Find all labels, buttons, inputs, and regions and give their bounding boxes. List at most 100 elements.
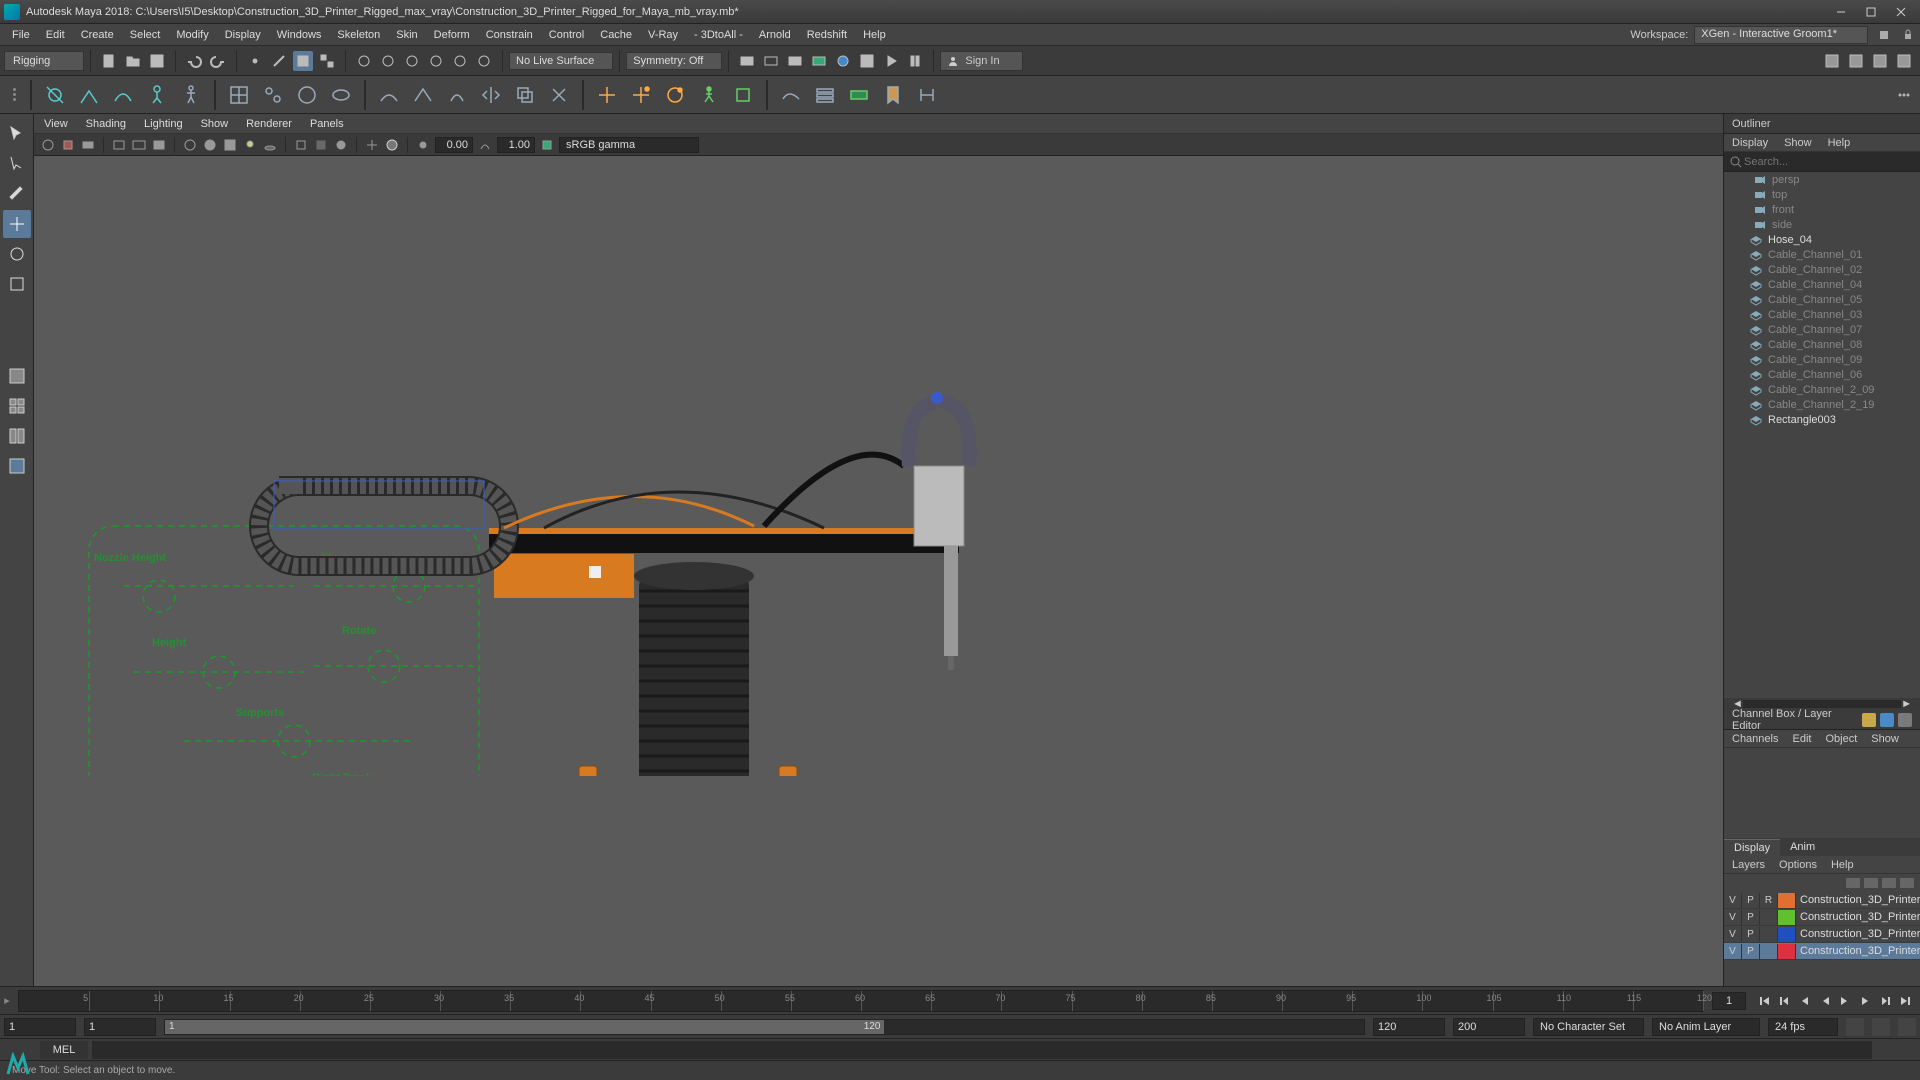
image-plane-icon[interactable] <box>80 137 96 153</box>
maximize-button[interactable] <box>1856 2 1886 22</box>
menu-windows[interactable]: Windows <box>269 27 330 43</box>
constraint-aim-icon[interactable] <box>627 81 655 109</box>
ik-handle-icon[interactable] <box>75 81 103 109</box>
snap-toggle-icon[interactable] <box>474 51 494 71</box>
layer-v-toggle[interactable]: V <box>1724 893 1742 908</box>
outliner-search-input[interactable] <box>1744 156 1916 168</box>
outliner-item[interactable]: Cable_Channel_03 <box>1724 307 1920 322</box>
gamma-value[interactable]: 1.00 <box>497 137 535 153</box>
outliner-item[interactable]: Cable_Channel_07 <box>1724 322 1920 337</box>
current-frame[interactable]: 1 <box>1712 992 1746 1010</box>
grid-icon[interactable] <box>364 137 380 153</box>
minimize-button[interactable] <box>1826 2 1856 22</box>
step-back-icon[interactable] <box>1796 992 1814 1010</box>
lock-icon[interactable] <box>1900 27 1916 43</box>
outliner-list[interactable]: persptopfrontsideHose_04Cable_Channel_01… <box>1724 172 1920 698</box>
chbox-channel-icon[interactable] <box>1862 713 1876 727</box>
gate-mask-icon[interactable] <box>151 137 167 153</box>
chbox-show[interactable]: Show <box>1871 733 1899 745</box>
ipr-icon[interactable] <box>785 51 805 71</box>
constraint-orient-icon[interactable] <box>661 81 689 109</box>
snap-point-icon[interactable] <box>402 51 422 71</box>
layer-r-toggle[interactable] <box>1760 944 1778 959</box>
select-tool[interactable] <box>3 120 31 148</box>
sidebar-toggle-icon[interactable] <box>1876 27 1892 43</box>
menu-vray[interactable]: V-Ray <box>640 27 686 43</box>
outliner-item[interactable]: side <box>1724 217 1920 232</box>
menu-modify[interactable]: Modify <box>168 27 216 43</box>
layout-two-icon[interactable] <box>3 422 31 450</box>
paint-select-tool[interactable] <box>3 180 31 208</box>
paint-weights-icon[interactable] <box>443 81 471 109</box>
script-editor-icon[interactable] <box>1900 1041 1918 1059</box>
blend-shape-icon[interactable] <box>327 81 355 109</box>
fps-selector[interactable]: 24 fps <box>1768 1018 1838 1036</box>
shading-tex-icon[interactable] <box>222 137 238 153</box>
trax-icon[interactable] <box>845 81 873 109</box>
menu-create[interactable]: Create <box>73 27 122 43</box>
menu-3dtoall[interactable]: - 3DtoAll - <box>686 27 751 43</box>
mode-selector[interactable]: Rigging <box>4 51 84 71</box>
outliner-item[interactable]: Cable_Channel_2_09 <box>1724 382 1920 397</box>
hypershade-icon[interactable] <box>833 51 853 71</box>
bookmark-icon[interactable] <box>879 81 907 109</box>
render-region-icon[interactable] <box>761 51 781 71</box>
menu-edit[interactable]: Edit <box>38 27 73 43</box>
bookmark-cam-icon[interactable] <box>60 137 76 153</box>
select-mode-object-icon[interactable] <box>317 51 337 71</box>
hik-char-icon[interactable] <box>695 81 723 109</box>
chbox-edit[interactable]: Edit <box>1792 733 1811 745</box>
layer-p-toggle[interactable]: P <box>1742 910 1760 925</box>
pref-icon[interactable] <box>1898 1018 1916 1036</box>
goto-start-icon[interactable] <box>1756 992 1774 1010</box>
smooth-bind-icon[interactable] <box>375 81 403 109</box>
menu-redshift[interactable]: Redshift <box>799 27 855 43</box>
layer-newsel-icon[interactable] <box>1900 878 1914 888</box>
outliner-item[interactable]: Cable_Channel_02 <box>1724 262 1920 277</box>
rigid-bind-icon[interactable] <box>409 81 437 109</box>
outliner-item[interactable]: Rectangle003 <box>1724 412 1920 427</box>
render-pause-icon[interactable] <box>905 51 925 71</box>
goto-end-icon[interactable] <box>1896 992 1914 1010</box>
shading-wire-icon[interactable] <box>182 137 198 153</box>
signin-button[interactable]: Sign In <box>940 51 1022 71</box>
timeline-ruler[interactable]: 5101520253035404550556065707580859095100… <box>18 990 1704 1012</box>
cmd-exec-icon[interactable] <box>1878 1041 1896 1059</box>
outliner-item[interactable]: top <box>1724 187 1920 202</box>
menu-select[interactable]: Select <box>122 27 169 43</box>
menu-cache[interactable]: Cache <box>592 27 640 43</box>
expose-icon[interactable] <box>415 137 431 153</box>
viewport[interactable]: Nozzle Height Jib Height Rotate Supports… <box>34 156 1723 1006</box>
outliner-item[interactable]: Cable_Channel_2_19 <box>1724 397 1920 412</box>
autokey-icon[interactable] <box>1846 1018 1864 1036</box>
mirror-weights-icon[interactable] <box>477 81 505 109</box>
snap-grid-icon[interactable] <box>354 51 374 71</box>
color-mgmt-selector[interactable]: sRGB gamma <box>559 137 699 153</box>
layer-color-swatch[interactable] <box>1778 944 1796 959</box>
outliner-item[interactable]: Hose_04 <box>1724 232 1920 247</box>
wire-deformer-icon[interactable] <box>293 81 321 109</box>
move-tool[interactable] <box>3 210 31 238</box>
new-scene-icon[interactable] <box>99 51 119 71</box>
isolate-icon[interactable] <box>293 137 309 153</box>
redo-icon[interactable] <box>208 51 228 71</box>
outliner-help[interactable]: Help <box>1828 137 1851 149</box>
live-surface-selector[interactable]: No Live Surface <box>509 52 613 70</box>
layer-options[interactable]: Options <box>1779 859 1817 871</box>
xray-icon[interactable] <box>313 137 329 153</box>
layout-four-icon[interactable] <box>3 392 31 420</box>
shadows-icon[interactable] <box>262 137 278 153</box>
range-start[interactable] <box>4 1018 76 1036</box>
layout-single-icon[interactable] <box>3 362 31 390</box>
select-mode-edge-icon[interactable] <box>269 51 289 71</box>
layer-layers[interactable]: Layers <box>1732 859 1765 871</box>
layer-v-toggle[interactable]: V <box>1724 944 1742 959</box>
hik-ctrl-icon[interactable] <box>729 81 757 109</box>
outliner-item[interactable]: Cable_Channel_01 <box>1724 247 1920 262</box>
outliner-item[interactable]: Cable_Channel_09 <box>1724 352 1920 367</box>
undo-icon[interactable] <box>184 51 204 71</box>
cmd-input[interactable] <box>92 1041 1872 1059</box>
layout-outliner-icon[interactable] <box>3 452 31 480</box>
layer-p-toggle[interactable]: P <box>1742 927 1760 942</box>
film-gate-icon[interactable] <box>111 137 127 153</box>
